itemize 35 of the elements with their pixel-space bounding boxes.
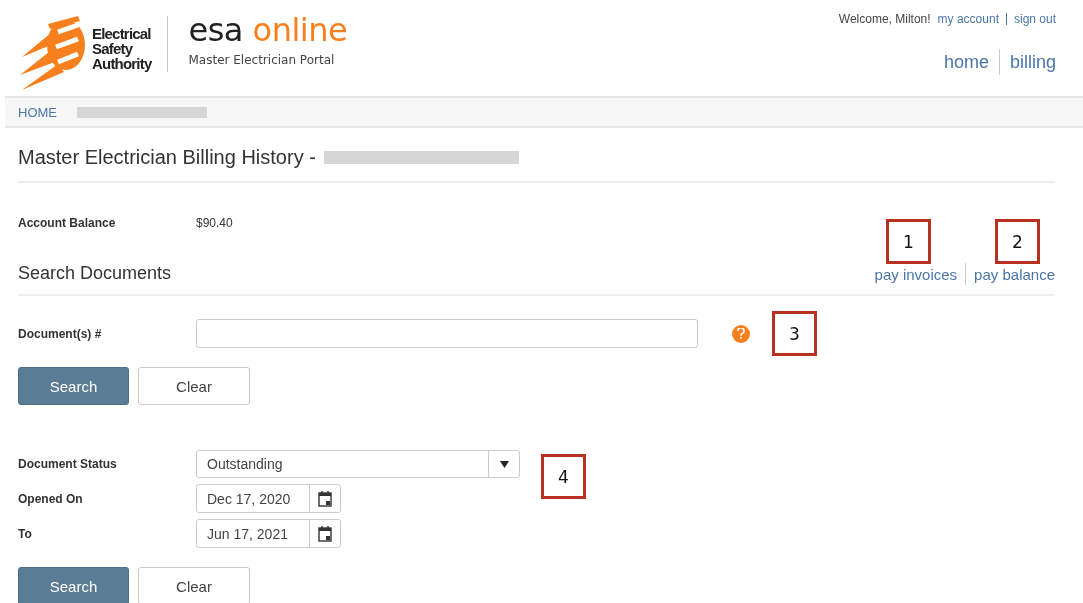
nav-link[interactable]: home	[943, 51, 989, 73]
callout-number: 4	[541, 454, 586, 499]
field-label: Document Status	[18, 457, 118, 471]
date-field[interactable]: Dec 17, 2020	[196, 484, 341, 513]
account-link[interactable]: my account	[937, 12, 999, 26]
field-label: Document(s) #	[18, 326, 103, 341]
callout-number: 3	[772, 311, 817, 356]
document-number-field[interactable]	[196, 319, 698, 348]
clear-button[interactable]: Clear	[138, 567, 250, 603]
calendar-icon[interactable]	[318, 525, 332, 542]
app-name: esa online	[188, 12, 348, 48]
caret-icon	[499, 460, 509, 468]
organization-name: Electrical Safety Authority	[92, 25, 152, 71]
callout-number: 2	[995, 219, 1040, 264]
date-field[interactable]: Jun 17, 2021	[196, 519, 341, 548]
field-label: Opened On	[18, 491, 84, 506]
pay-link[interactable]: pay balance	[974, 265, 1055, 283]
status-dropdown[interactable]: Outstanding	[196, 450, 520, 478]
search-button[interactable]: Search	[18, 567, 129, 603]
nav-link[interactable]: billing	[1009, 51, 1056, 73]
balance-value: $90.40	[196, 216, 234, 230]
field-label: To	[18, 526, 33, 541]
page-title: Master Electrician Billing History -	[18, 146, 316, 169]
help-icon[interactable]	[732, 324, 750, 343]
breadcrumb-link[interactable]: HOME	[18, 104, 57, 120]
section-title: Search Documents	[18, 263, 172, 284]
callout-number: 1	[886, 219, 931, 264]
calendar-icon[interactable]	[318, 490, 332, 507]
clear-button[interactable]: Clear	[138, 367, 250, 405]
pay-link[interactable]: pay invoices	[874, 265, 958, 283]
balance-label: Account Balance	[18, 216, 117, 230]
portal-subtitle: Master Electrician Portal	[188, 53, 336, 67]
search-button[interactable]: Search	[18, 367, 129, 405]
sign-out-link[interactable]: sign out	[1013, 12, 1056, 26]
welcome-text: Welcome, Milton!	[838, 12, 931, 26]
